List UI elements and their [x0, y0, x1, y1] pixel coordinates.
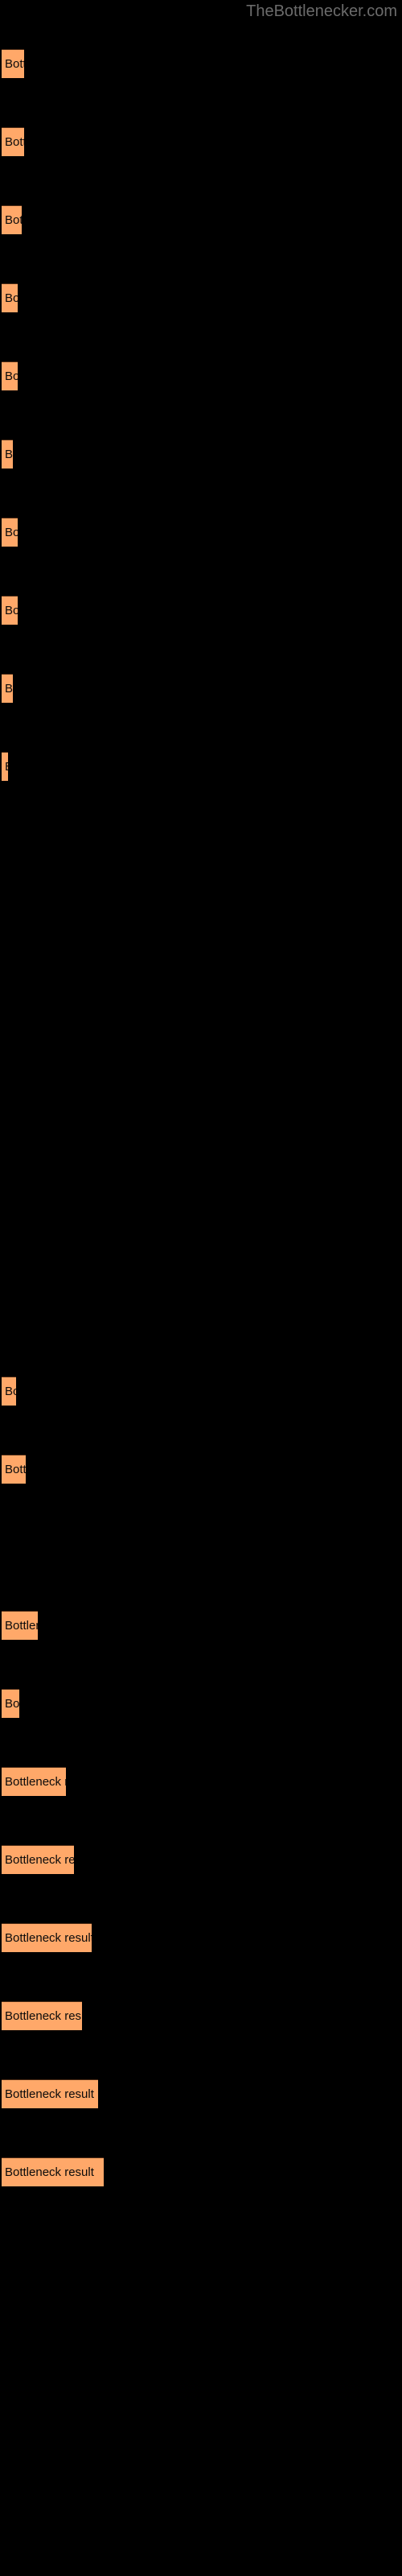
bar-row: Bottleneck result [0, 361, 402, 390]
bar-row: Bottleneck result [0, 1611, 402, 1640]
bar[interactable]: Bottleneck result [2, 1923, 92, 1952]
bar[interactable]: Bottleneck result [2, 752, 8, 781]
bar[interactable]: Bottleneck result [2, 2157, 104, 2186]
bar-row: Bottleneck result [0, 440, 402, 469]
bar[interactable]: Bottleneck result [2, 674, 13, 703]
bar-row: Bottleneck result [0, 1064, 402, 1093]
bar-label: Bottleneck result [5, 2009, 82, 2023]
bar-label: Bottleneck result [5, 135, 24, 149]
bar-row: Bottleneck result [0, 752, 402, 781]
bar-row: Bottleneck result [0, 1455, 402, 1484]
bar[interactable]: Bottleneck result [2, 283, 18, 312]
bar-row: Bottleneck result [0, 2001, 402, 2030]
bar-label: Bottleneck result [5, 1463, 26, 1476]
bar-row: Bottleneck result [0, 1767, 402, 1796]
horizontal-bar-chart: Bottleneck result Bottleneck result Bottle… [0, 0, 402, 2576]
bar-label: Bottleneck result [5, 1853, 74, 1867]
bar-label: Bottleneck result [5, 753, 8, 781]
bar[interactable]: Bottleneck result [2, 1611, 38, 1640]
bar[interactable]: Bottleneck result [2, 440, 13, 469]
bar[interactable]: Bottleneck result [2, 1377, 16, 1406]
bar-row: Bottleneck result [0, 1845, 402, 1874]
bar-label: Bottleneck result [5, 291, 18, 305]
bar-row: Bottleneck result [0, 830, 402, 859]
bar-label: Bottleneck result [5, 213, 22, 227]
bar-label: Bottleneck result [5, 1775, 66, 1789]
bar-label: Bottleneck result [5, 1385, 16, 1398]
bar[interactable]: Bottleneck result [2, 1689, 19, 1718]
bar-label: Bottleneck result [5, 57, 24, 71]
bar-label: Bottleneck result [5, 369, 18, 383]
bar-row: Bottleneck result [0, 2079, 402, 2108]
bar-row: Bottleneck result [0, 2157, 402, 2186]
bar[interactable]: Bottleneck result [2, 361, 18, 390]
bar-label: Bottleneck result [5, 2165, 94, 2179]
bar-row: Bottleneck result [0, 127, 402, 156]
bar-row: Bottleneck result [0, 1142, 402, 1171]
bar[interactable]: Bottleneck result [2, 205, 22, 234]
bar[interactable]: Bottleneck result [2, 1767, 66, 1796]
bar[interactable]: Bottleneck result [2, 49, 24, 78]
bar-label: Bottleneck result [5, 448, 13, 461]
bar-row: Bottleneck result [0, 1298, 402, 1327]
bar-label: Bottleneck result [5, 1697, 19, 1711]
bar-row: Bottleneck result [0, 1377, 402, 1406]
bar[interactable]: Bottleneck result [2, 2079, 98, 2108]
bar-label: Bottleneck result [5, 2087, 94, 2101]
bar-label: Bottleneck result [5, 1619, 38, 1633]
bar[interactable]: Bottleneck result [2, 596, 18, 625]
bar[interactable]: Bottleneck result [2, 127, 24, 156]
bar-row: Bottleneck result [0, 596, 402, 625]
bar-label: Bottleneck result [5, 604, 18, 617]
bar[interactable]: Bottleneck result [2, 518, 18, 547]
bar-row: Bottleneck result [0, 1923, 402, 1952]
bar-row: Bottleneck result [0, 283, 402, 312]
bar[interactable]: Bottleneck result [2, 1845, 74, 1874]
bar-row: Bottleneck result [0, 518, 402, 547]
bar-label: Bottleneck result [5, 682, 13, 696]
bar-row: Bottleneck result [0, 1533, 402, 1562]
bottleneck-chart-page: TheBottlenecker.com Bottleneck resultBot… [0, 0, 402, 2576]
bar-row: Bottleneck result [0, 49, 402, 78]
bar-row: Bottleneck result [0, 1689, 402, 1718]
bar-row: Bottleneck result [0, 1220, 402, 1249]
bar-label: Bottleneck result [5, 526, 18, 539]
bar-row: Bottleneck result [0, 908, 402, 937]
bar-row: Bottleneck result [0, 674, 402, 703]
bar-row: Bottleneck result [0, 986, 402, 1015]
bar-row: Bottleneck result [0, 205, 402, 234]
bar[interactable]: Bottleneck result [2, 1455, 26, 1484]
bar[interactable]: Bottleneck result [2, 2001, 82, 2030]
bar-label: Bottleneck result [5, 1931, 92, 1945]
